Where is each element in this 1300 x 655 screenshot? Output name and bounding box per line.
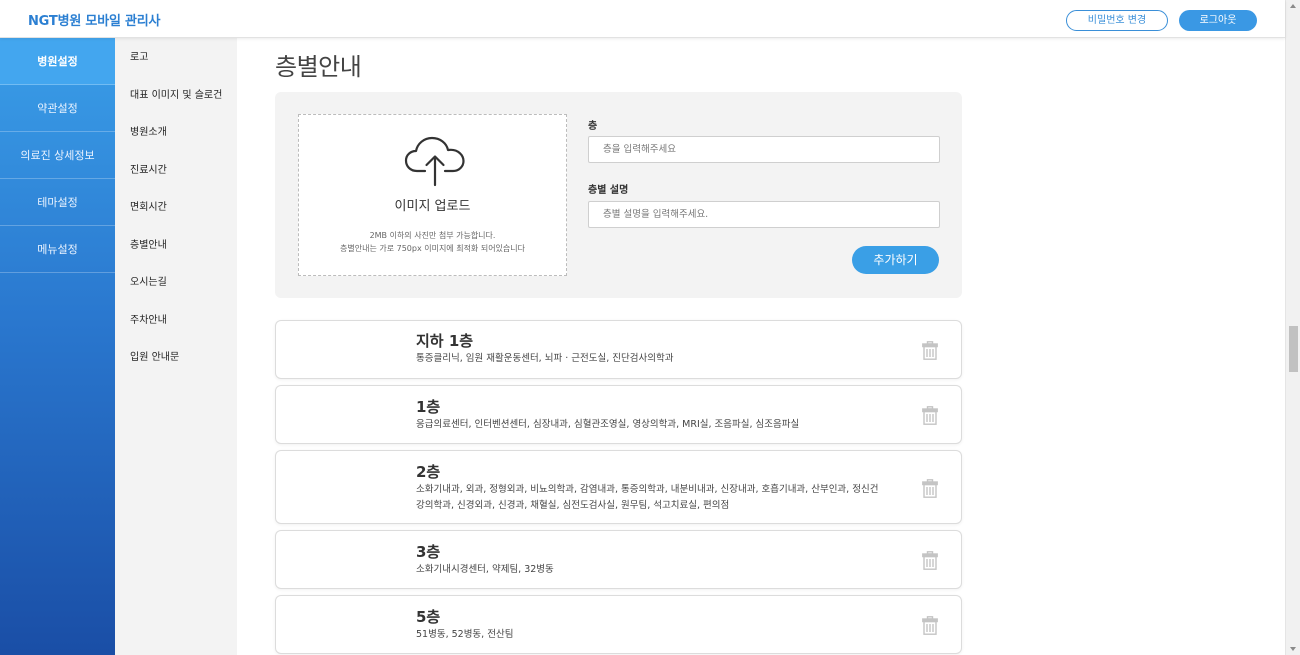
subnav-admission-guide[interactable]: 입원 안내문 [115,339,237,377]
image-upload-area[interactable]: 이미지 업로드 2MB 이하의 사진만 첨부 가능합니다. 층별안내는 가로 7… [298,114,567,276]
floor-label: 층 [588,121,598,132]
change-password-button[interactable]: 비밀번호 변경 [1066,10,1168,31]
floor-name: 지하 1층 [416,332,474,350]
subnav-directions[interactable]: 오시는길 [115,264,237,302]
floor-form: 이미지 업로드 2MB 이하의 사진만 첨부 가능합니다. 층별안내는 가로 7… [275,92,962,298]
nav-theme-settings[interactable]: 테마설정 [0,179,115,226]
floor-card[interactable]: 1층 응급의료센터, 인터벤션센터, 심장내과, 심혈관조영실, 영상의학과, … [275,385,962,444]
trash-icon[interactable] [922,406,938,425]
trash-icon[interactable] [922,479,938,498]
subnav-intro[interactable]: 병원소개 [115,114,237,152]
floor-name: 3층 [416,543,441,561]
upload-note: 2MB 이하의 사진만 첨부 가능합니다. 층별안내는 가로 750px 이미지… [299,229,566,255]
floor-desc: 소화기내과, 외과, 정형외과, 비뇨의학과, 감염내과, 통증의학과, 내분비… [416,484,879,511]
nav-hospital-settings[interactable]: 병원설정 [0,38,115,85]
floor-desc: 응급의료센터, 인터벤션센터, 심장내과, 심혈관조영실, 영상의학과, MRI… [416,419,800,430]
add-floor-button[interactable]: 추가하기 [852,246,939,274]
floor-desc-label: 층별 설명 [588,185,629,196]
floor-name: 1층 [416,398,441,416]
floor-card[interactable]: 3층 소화기내시경센터, 약제팀, 32병동 [275,530,962,589]
page-title: 층별안내 [275,53,362,81]
top-header: NGT병원 모바일 관리사 비밀번호 변경 로그아웃 [0,0,1285,38]
scroll-up-icon[interactable] [1290,4,1296,8]
upload-note-size: 2MB 이하의 사진만 첨부 가능합니다. [369,231,496,240]
subnav-logo[interactable]: 로고 [115,39,237,77]
app-title: NGT병원 모바일 관리사 [28,14,161,29]
floor-name: 2층 [416,463,441,481]
subnav-floor-guide[interactable]: 층별안내 [115,227,237,265]
logout-button[interactable]: 로그아웃 [1179,10,1257,31]
floor-input[interactable] [588,136,940,163]
floor-desc: 통증클리닉, 임원 재활운동센터, 뇌파 · 근전도실, 진단검사의학과 [416,353,674,364]
nav-doctor-details[interactable]: 의료진 상세정보 [0,132,115,179]
trash-icon[interactable] [922,616,938,635]
subnav-visiting-hours[interactable]: 면회시간 [115,189,237,227]
floor-desc: 소화기내시경센터, 약제팀, 32병동 [416,564,554,575]
floor-card[interactable]: 2층 소화기내과, 외과, 정형외과, 비뇨의학과, 감염내과, 통증의학과, … [275,450,962,524]
scroll-thumb[interactable] [1289,326,1298,372]
upload-note-width: 층별안내는 가로 750px 이미지에 최적화 되어있습니다 [340,244,525,253]
trash-icon[interactable] [922,551,938,570]
subnav-main-image[interactable]: 대표 이미지 및 슬로건 [115,77,237,115]
floor-name: 5층 [416,608,441,626]
floor-desc-input[interactable] [588,201,940,228]
floor-card[interactable]: 5층 51병동, 52병동, 전산팀 [275,595,962,654]
floor-card[interactable]: 지하 1층 통증클리닉, 임원 재활운동센터, 뇌파 · 근전도실, 진단검사의… [275,320,962,379]
cloud-upload-icon [404,136,465,187]
floor-desc: 51병동, 52병동, 전산팀 [416,629,514,640]
secondary-sidebar: 로고 대표 이미지 및 슬로건 병원소개 진료시간 면회시간 층별안내 오시는길… [115,38,237,655]
subnav-parking[interactable]: 주차안내 [115,302,237,340]
upload-title: 이미지 업로드 [394,199,471,214]
trash-icon[interactable] [922,341,938,360]
scroll-down-icon[interactable] [1290,647,1296,651]
nav-terms-settings[interactable]: 약관설정 [0,85,115,132]
primary-sidebar: 병원설정 약관설정 의료진 상세정보 테마설정 메뉴설정 [0,38,115,655]
page-scrollbar[interactable] [1285,0,1300,655]
nav-menu-settings[interactable]: 메뉴설정 [0,226,115,273]
subnav-clinic-hours[interactable]: 진료시간 [115,152,237,190]
